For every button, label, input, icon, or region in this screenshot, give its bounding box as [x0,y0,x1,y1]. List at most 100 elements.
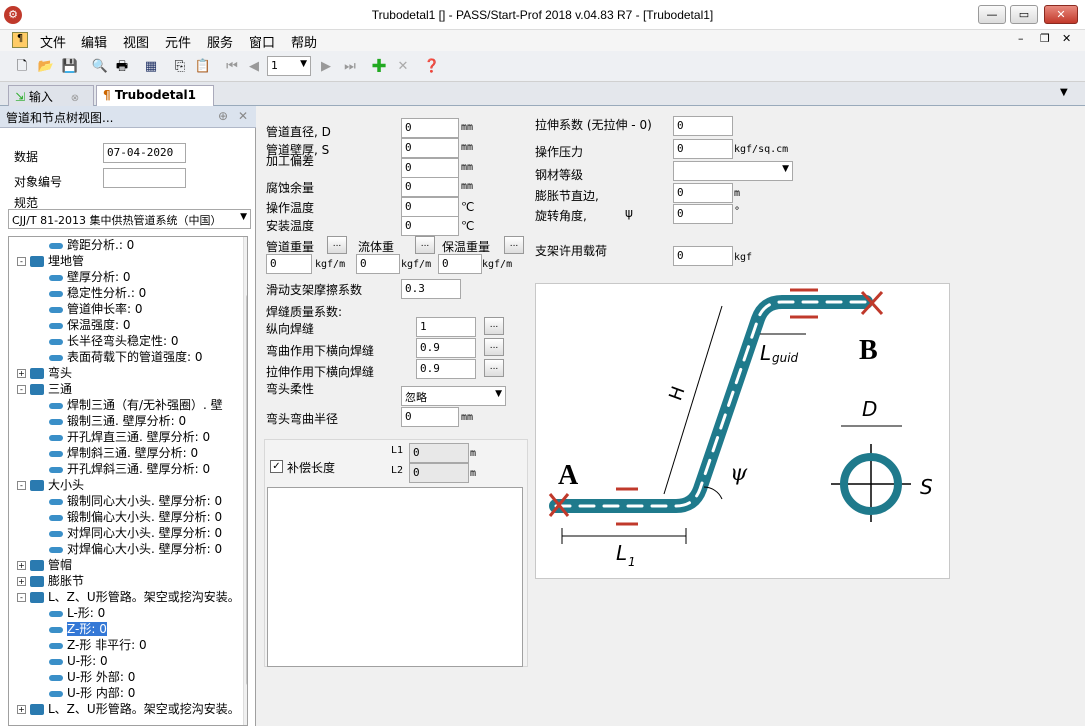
mdi-minimize-button[interactable]: – [1018,32,1024,45]
tree-node[interactable]: 跨距分析.: 0 [49,237,134,253]
paste-icon[interactable]: 📋 [193,57,213,77]
tolerance-input[interactable]: 0 [401,158,459,178]
minimize-button[interactable]: — [978,5,1006,24]
collapse-icon[interactable]: - [17,257,26,266]
pipe-tree[interactable]: 跨距分析.: 0 - 埋地管 壁厚分析: 0 稳定性分析.: 0 管道伸长率: 0 保温强度… [8,236,248,726]
tree-node[interactable]: 管道伸长率: 0 [49,301,143,317]
calculator-icon[interactable]: ▦ [141,57,161,77]
pipe-weight-button[interactable]: ... [327,236,347,254]
next-page-icon[interactable]: ▶ [316,57,336,77]
tree-node[interactable]: 开孔焊斜三通. 壁厚分析: 0 [49,461,210,477]
expand-icon[interactable]: + [17,369,26,378]
object-number-field[interactable] [103,168,186,188]
tree-node[interactable]: 对焊同心大小头. 壁厚分析: 0 [49,525,222,541]
menu-view[interactable]: 视图 [123,32,149,51]
close-button[interactable]: ✕ [1044,5,1078,24]
menu-file[interactable]: 文件 [40,32,66,51]
menu-element[interactable]: 元件 [165,32,191,51]
delete-icon[interactable]: ✕ [393,57,413,77]
tree-node[interactable]: - 埋地管 [17,253,84,269]
mdi-close-button[interactable]: ✕ [1062,32,1071,45]
tree-node[interactable]: Z-形 非平行: 0 [49,637,147,653]
tab-input[interactable]: ⇲ 输入 ⊗ [8,85,94,106]
tree-node[interactable]: L-形: 0 [49,605,105,621]
pin-icon[interactable]: ⊕ [218,109,228,123]
stretch-input[interactable]: 0 [673,116,733,136]
tree-node[interactable]: 锻制偏心大小头. 壁厚分析: 0 [49,509,222,525]
weld-long-button[interactable]: ... [484,317,504,335]
tree-node[interactable]: + 管帽 [17,557,72,573]
weld-long-input[interactable]: 1 [416,317,476,337]
open-folder-icon[interactable]: 📂 [36,57,56,77]
add-icon[interactable]: ✚ [369,57,389,77]
menu-window[interactable]: 窗口 [249,32,275,51]
tree-node[interactable]: U-形: 0 [49,653,108,669]
tab-trubodetal1[interactable]: ¶ Trubodetal1 ⊠ [96,85,214,116]
expand-icon[interactable]: + [17,561,26,570]
steel-grade-select[interactable]: ▼ [673,161,793,181]
print-preview-icon[interactable]: 🔍 [90,57,110,77]
pipe-weight-input[interactable]: 0 [266,254,312,274]
expand-icon[interactable]: + [17,577,26,586]
corrosion-input[interactable]: 0 [401,177,459,197]
tree-node[interactable]: 对焊偏心大小头. 壁厚分析: 0 [49,541,222,557]
collapse-icon[interactable]: - [17,593,26,602]
support-load-input[interactable]: 0 [673,246,733,266]
new-file-icon[interactable]: 🗋 [12,57,32,77]
tree-node[interactable]: 稳定性分析.: 0 [49,285,146,301]
notes-area[interactable] [267,487,523,667]
fluid-weight-input[interactable]: 0 [356,254,400,274]
tree-node[interactable]: - 三通 [17,381,72,397]
first-page-icon[interactable]: ⏮ [222,57,242,77]
tree-node[interactable]: 长半径弯头稳定性: 0 [49,333,179,349]
maximize-button[interactable]: ▭ [1010,5,1038,24]
tree-node[interactable]: 锻制同心大小头. 壁厚分析: 0 [49,493,222,509]
wall-input[interactable]: 0 [401,138,459,158]
tree-node[interactable]: 焊制斜三通. 壁厚分析: 0 [49,445,198,461]
bend-flex-select[interactable]: 忽略 ▼ [401,386,506,406]
tree-node[interactable]: 焊制三通（有/无补强圈）. 壁 [49,397,223,413]
l1-input[interactable]: 0 [409,443,469,463]
scrollbar-thumb[interactable] [246,295,247,685]
compensation-checkbox[interactable]: ✓ [270,460,283,473]
tree-node[interactable]: U-形 内部: 0 [49,685,135,701]
expand-icon[interactable]: + [17,705,26,714]
collapse-icon[interactable]: - [17,385,26,394]
norm-select[interactable]: CJJ/T 81-2013 集中供热管道系统（中国） ▼ [8,209,251,229]
menu-service[interactable]: 服务 [207,32,233,51]
help-icon[interactable]: ❓ [422,57,442,77]
rotation-input[interactable]: 0 [673,204,733,224]
tree-node[interactable]: + 膨胀节 [17,573,84,589]
date-field[interactable]: 07-04-2020 [103,143,186,163]
op-temp-input[interactable]: 0 [401,197,459,217]
copy-icon[interactable]: ⎘ [170,57,190,77]
panel-close-icon[interactable]: ✕ [238,109,248,123]
tree-node[interactable]: 锻制三通. 壁厚分析: 0 [49,413,186,429]
tree-node[interactable]: Z-形: 0 [49,621,107,637]
menu-edit[interactable]: 编辑 [81,32,107,51]
install-temp-input[interactable]: 0 [401,216,459,236]
insulation-weight-input[interactable]: 0 [438,254,482,274]
weld-tension-input[interactable]: 0.9 [416,359,476,379]
mdi-restore-button[interactable]: ❐ [1040,32,1050,45]
tree-node[interactable]: + 弯头 [17,365,72,381]
diameter-input[interactable]: 0 [401,118,459,138]
pressure-input[interactable]: 0 [673,139,733,159]
joint-straight-input[interactable]: 0 [673,183,733,203]
save-icon[interactable]: 💾 [60,57,80,77]
page-select[interactable]: 1 ▼ [267,56,311,76]
menu-help[interactable]: 帮助 [291,32,317,51]
bend-radius-input[interactable]: 0 [401,407,459,427]
last-page-icon[interactable]: ⏭ [340,57,360,77]
weld-bend-button[interactable]: ... [484,338,504,356]
tree-node[interactable]: - 大小头 [17,477,84,493]
close-tab-icon[interactable]: ⊗ [71,93,79,104]
weld-bend-input[interactable]: 0.9 [416,338,476,358]
fluid-weight-button[interactable]: ... [415,236,435,254]
tree-node[interactable]: 表面荷载下的管道强度: 0 [49,349,203,365]
tree-node[interactable]: 开孔焊直三通. 壁厚分析: 0 [49,429,210,445]
tree-node[interactable]: U-形 外部: 0 [49,669,135,685]
l2-input[interactable]: 0 [409,463,469,483]
tree-node[interactable]: 保温强度: 0 [49,317,131,333]
weld-tension-button[interactable]: ... [484,359,504,377]
